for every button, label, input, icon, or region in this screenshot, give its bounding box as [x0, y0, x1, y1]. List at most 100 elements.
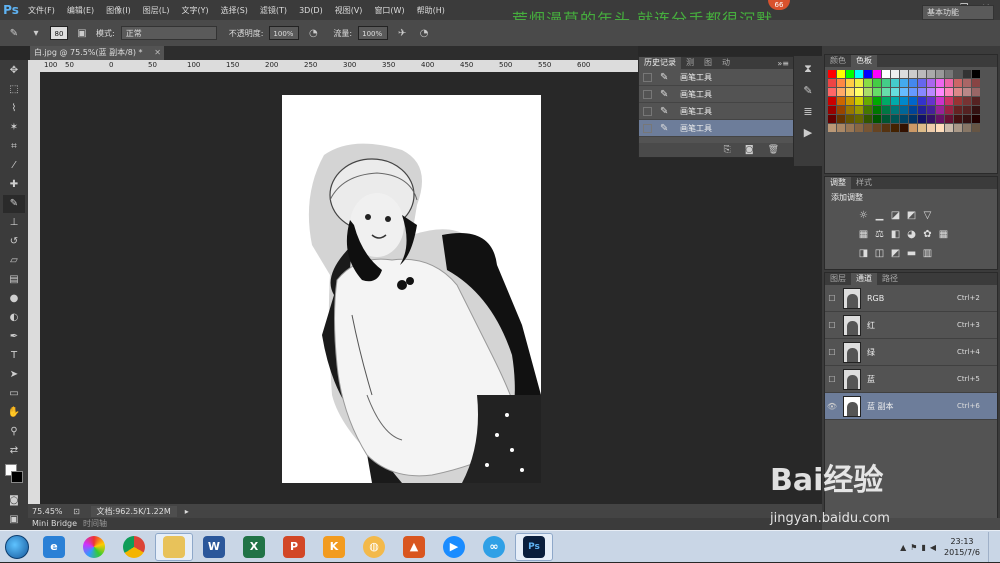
history-item[interactable]: ✎ 画笔工具 — [639, 103, 793, 120]
color-swatch[interactable] — [900, 124, 908, 132]
clock[interactable]: 23:13 2015/7/6 — [940, 536, 984, 558]
taskbar-palette[interactable]: ◍ — [355, 533, 393, 561]
color-swatch[interactable] — [945, 70, 953, 78]
color-swatch[interactable] — [828, 97, 836, 105]
color-swatch[interactable] — [891, 79, 899, 87]
color-swatch[interactable] — [972, 106, 980, 114]
color-balance-icon[interactable]: ⚖ — [873, 228, 886, 241]
color-swatch[interactable] — [891, 97, 899, 105]
shape-tool-icon[interactable]: ▭ — [3, 384, 25, 402]
menu-window[interactable]: 窗口(W) — [368, 5, 410, 16]
color-swatch[interactable] — [945, 106, 953, 114]
panel-collapse-icon[interactable]: »≡ — [777, 59, 793, 68]
color-swatch[interactable] — [936, 97, 944, 105]
tab-history[interactable]: 历史记录 — [639, 57, 681, 69]
history-item[interactable]: ✎ 画笔工具 — [639, 86, 793, 103]
color-swatch[interactable] — [855, 97, 863, 105]
color-swatch[interactable] — [828, 79, 836, 87]
screen-mode-icon[interactable]: ▣ — [3, 511, 25, 529]
color-swatch[interactable] — [909, 106, 917, 114]
color-swatch[interactable] — [954, 124, 962, 132]
color-swatch[interactable] — [954, 79, 962, 87]
flag-icon[interactable]: ⚑ — [910, 543, 917, 552]
color-swatch[interactable] — [936, 106, 944, 114]
color-swatch[interactable] — [846, 70, 854, 78]
color-swatch[interactable] — [846, 106, 854, 114]
marquee-tool-icon[interactable]: ⬚ — [3, 81, 25, 99]
color-swatch[interactable] — [882, 97, 890, 105]
quick-mask-icon[interactable]: ◙ — [3, 492, 25, 510]
taskbar-player[interactable]: ▶ — [435, 533, 473, 561]
taskbar-matlab[interactable]: ▲ — [395, 533, 433, 561]
type-tool-icon[interactable]: T — [3, 346, 25, 364]
color-swatch[interactable] — [846, 79, 854, 87]
color-swatch[interactable] — [882, 79, 890, 87]
color-swatch[interactable] — [972, 70, 980, 78]
color-swatch[interactable] — [891, 70, 899, 78]
exposure-icon[interactable]: ◩ — [905, 209, 918, 222]
tab-channels[interactable]: 通道 — [851, 273, 877, 285]
color-swatch[interactable] — [936, 88, 944, 96]
color-swatch[interactable] — [954, 97, 962, 105]
color-swatch[interactable] — [873, 106, 881, 114]
taskbar-chrome[interactable] — [115, 533, 153, 561]
channel-mixer-icon[interactable]: ✿ — [921, 228, 934, 241]
color-swatch[interactable] — [945, 115, 953, 123]
color-swatch[interactable] — [963, 97, 971, 105]
tab-image[interactable]: 图 — [699, 57, 717, 69]
taskbar-cloud[interactable]: ∞ — [475, 533, 513, 561]
size-pressure-icon[interactable]: ◔ — [416, 25, 432, 41]
brightness-icon[interactable]: ☼ — [857, 209, 870, 222]
color-swatch[interactable] — [864, 70, 872, 78]
document-tab[interactable]: 白.jpg @ 75.5%(蓝 副本/8) * ✕ — [30, 46, 164, 60]
history-panel-icon[interactable]: ⧗ — [798, 60, 818, 78]
document-canvas[interactable] — [282, 95, 541, 483]
status-menu-arrow-icon[interactable]: ▸ — [185, 507, 189, 516]
color-swatch[interactable] — [936, 79, 944, 87]
tab-actions[interactable]: 动 — [717, 57, 735, 69]
history-checkbox[interactable] — [643, 106, 652, 116]
eraser-tool-icon[interactable]: ▱ — [3, 252, 25, 270]
color-swatch[interactable] — [882, 88, 890, 96]
levels-icon[interactable]: ▁ — [873, 209, 886, 222]
healing-tool-icon[interactable]: ✚ — [3, 176, 25, 194]
color-swatch[interactable] — [909, 97, 917, 105]
color-swatch[interactable] — [909, 124, 917, 132]
show-desktop-button[interactable] — [988, 532, 996, 562]
channel-row-green[interactable]: ☐ 绿 Ctrl+4 — [825, 339, 997, 366]
quick-select-tool-icon[interactable]: ✶ — [3, 119, 25, 137]
color-swatch[interactable] — [855, 70, 863, 78]
color-swatch[interactable] — [891, 88, 899, 96]
color-swatch[interactable] — [837, 97, 845, 105]
color-swatch[interactable] — [873, 124, 881, 132]
brush-panel-icon[interactable]: ✎ — [798, 81, 818, 99]
color-swatch[interactable] — [837, 88, 845, 96]
hand-tool-icon[interactable]: ✋ — [3, 403, 25, 421]
color-swatch[interactable] — [954, 70, 962, 78]
color-swatch[interactable] — [918, 88, 926, 96]
background-color-swatch[interactable] — [11, 471, 23, 484]
color-swatch[interactable] — [954, 88, 962, 96]
start-button[interactable] — [0, 532, 34, 562]
history-checkbox[interactable] — [643, 72, 652, 82]
color-swatch[interactable] — [927, 70, 935, 78]
path-select-tool-icon[interactable]: ➤ — [3, 365, 25, 383]
color-swatch[interactable] — [846, 88, 854, 96]
lasso-tool-icon[interactable]: ⌇ — [3, 100, 25, 118]
menu-file[interactable]: 文件(F) — [22, 5, 61, 16]
properties-panel-icon[interactable]: ≣ — [798, 102, 818, 120]
doc-export-icon[interactable]: ⊡ — [71, 505, 83, 517]
color-swatch[interactable] — [927, 124, 935, 132]
brush-preset-icon[interactable]: ✎ — [6, 25, 22, 41]
color-swatch[interactable] — [927, 88, 935, 96]
color-swatch[interactable] — [864, 79, 872, 87]
tab-swatches[interactable]: 色板 — [851, 55, 877, 67]
stamp-tool-icon[interactable]: ⊥ — [3, 214, 25, 232]
color-swatch[interactable] — [864, 115, 872, 123]
chevron-up-icon[interactable]: ▲ — [900, 543, 906, 552]
color-swatch[interactable] — [918, 70, 926, 78]
posterize-icon[interactable]: ◫ — [873, 247, 886, 260]
tab-mini-bridge[interactable]: Mini Bridge — [32, 518, 77, 530]
play-icon[interactable]: ▶ — [798, 123, 818, 141]
color-swatch[interactable] — [954, 115, 962, 123]
